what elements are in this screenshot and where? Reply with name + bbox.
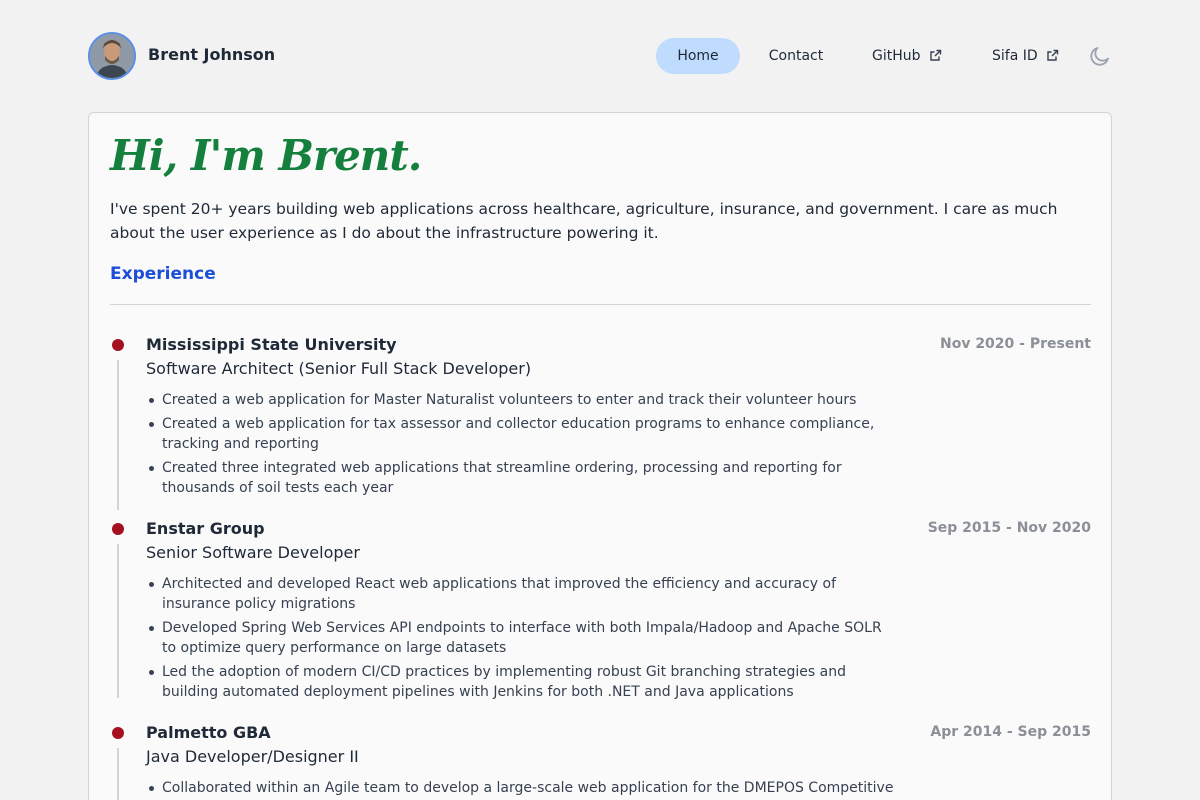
job-company: Enstar Group	[146, 519, 265, 538]
job-role: Software Architect (Senior Full Stack De…	[146, 359, 532, 378]
timeline-rail	[117, 360, 119, 510]
avatar[interactable]	[88, 32, 136, 80]
nav-home[interactable]: Home	[656, 38, 740, 74]
experience-item: Enstar Group Sep 2015 - Nov 2020 Senior …	[110, 514, 1091, 704]
job-company: Mississippi State University	[146, 335, 397, 354]
moon-icon[interactable]	[1088, 44, 1112, 68]
nav-github-label: GitHub	[872, 48, 921, 64]
experience-item: Mississippi State University Nov 2020 - …	[110, 330, 1091, 510]
list-item: Developed Spring Web Services API endpoi…	[149, 618, 897, 658]
nav-github[interactable]: GitHub	[858, 38, 958, 74]
timeline-dot	[112, 523, 124, 535]
site-header: Brent Johnson Home Contact GitHub Sifa I…	[88, 32, 1112, 80]
external-link-icon	[929, 40, 942, 76]
timeline-rail	[117, 748, 119, 800]
list-item: Created a web application for tax assess…	[149, 414, 897, 454]
intro-text: I've spent 20+ years building web applic…	[110, 200, 1058, 242]
nav-contact[interactable]: Contact	[752, 38, 840, 74]
experience-heading: Experience	[110, 264, 216, 284]
nav-sifa-id[interactable]: Sifa ID	[978, 38, 1074, 74]
job-role: Senior Software Developer	[146, 543, 360, 562]
nav-contact-label: Contact	[768, 48, 824, 64]
list-item: Led the adoption of modern CI/CD practic…	[149, 662, 897, 702]
experience-item: Palmetto GBA Apr 2014 - Sep 2015 Java De…	[110, 718, 1091, 800]
job-company: Palmetto GBA	[146, 723, 271, 742]
nav-home-label: Home	[677, 48, 719, 64]
job-bullets: Architected and developed React web appl…	[149, 574, 897, 706]
list-item: Created a web application for Master Nat…	[149, 390, 897, 410]
job-dates: Sep 2015 - Nov 2020	[927, 520, 1091, 536]
timeline-dot	[112, 727, 124, 739]
list-item: Created three integrated web application…	[149, 458, 897, 498]
list-item: Architected and developed React web appl…	[149, 574, 897, 614]
nav-sifa-id-label: Sifa ID	[992, 48, 1038, 64]
job-dates: Apr 2014 - Sep 2015	[930, 724, 1091, 740]
list-item: Collaborated within an Agile team to dev…	[149, 778, 897, 800]
job-bullets: Created a web application for Master Nat…	[149, 390, 897, 502]
brand-name[interactable]: Brent Johnson	[148, 45, 275, 64]
job-dates: Nov 2020 - Present	[939, 336, 1091, 352]
hero-title: Hi, I'm Brent.	[110, 131, 422, 180]
external-link-icon	[1046, 40, 1059, 76]
divider	[110, 304, 1091, 305]
main-card: Hi, I'm Brent. I've spent 20+ years buil…	[88, 112, 1112, 800]
job-role: Java Developer/Designer II	[146, 747, 359, 766]
timeline-dot	[112, 339, 124, 351]
job-bullets: Collaborated within an Agile team to dev…	[149, 778, 897, 800]
timeline-rail	[117, 544, 119, 698]
